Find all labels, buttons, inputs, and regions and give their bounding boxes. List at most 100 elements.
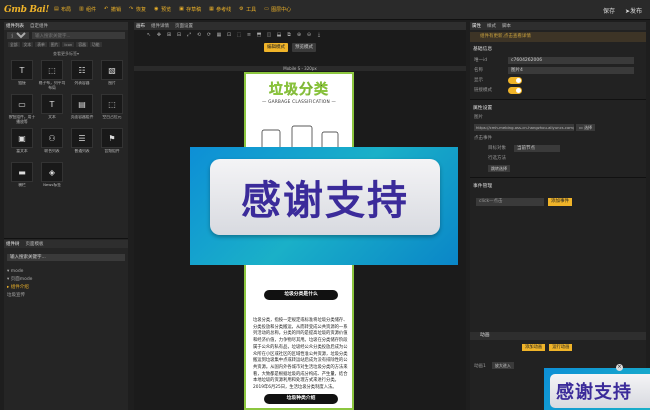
component-grid-layout[interactable]: ⬚ 格子布，列平均布局	[39, 60, 65, 90]
link-mode-toggle[interactable]	[508, 86, 522, 94]
menu-layout[interactable]: ▤ 布局	[54, 6, 71, 14]
name-field[interactable]: 图片4	[508, 66, 634, 74]
menu-preview[interactable]: ◉ 预览	[154, 6, 171, 14]
poster-title[interactable]: 垃圾分类	[251, 79, 347, 99]
component-plain-list[interactable]: ☰ 普通列表	[69, 128, 95, 158]
publish-button[interactable]: ➤发布	[625, 6, 642, 15]
tab-component-tree[interactable]: 组件树	[6, 241, 20, 247]
filter-chip[interactable]: 容器	[76, 42, 88, 47]
menu-undo[interactable]: ↶ 撤销	[104, 6, 121, 14]
preview-mode-button[interactable]: 预览模式	[292, 43, 316, 52]
poster-body-text[interactable]: 垃圾分类，指按一定规定或标准将垃圾分类储存、分类投放和分类搬运，从而转变成公共资…	[253, 318, 349, 392]
tab-scripts[interactable]: 脚本	[502, 23, 511, 29]
minus-icon[interactable]: ⊖	[306, 32, 312, 38]
align-top-icon[interactable]: ⬒	[256, 32, 262, 38]
align-bottom-icon[interactable]: ⬓	[276, 32, 282, 38]
update-notice[interactable]: 组件有更新,点击查看详情	[470, 32, 646, 42]
filter-chip[interactable]: 表单	[35, 42, 47, 47]
component-tree: ▾ mode ▾ 页面mode ▸ 组件介绍 垃圾宣传	[7, 268, 125, 300]
tab-properties[interactable]: 属性	[472, 23, 481, 29]
filter-chip[interactable]: Icon	[62, 42, 75, 47]
menu-components[interactable]: ▥ 组件	[79, 6, 96, 14]
component-news-tag[interactable]: ◈ News标签	[39, 162, 65, 192]
tree-node[interactable]: ▾ 页面mode	[7, 276, 125, 284]
component-search-input[interactable]	[32, 32, 125, 39]
fit-icon[interactable]: ⤢	[186, 32, 192, 38]
filter-chip[interactable]: 全部	[8, 42, 20, 47]
event-type-select[interactable]: click—点击	[476, 198, 544, 206]
component-bar[interactable]: ▬ 横栏	[9, 162, 35, 192]
align-center-icon[interactable]: ◫	[266, 32, 272, 38]
event-row: click—点击 添加事件	[470, 196, 646, 208]
target-select[interactable]: 当前节点	[514, 144, 560, 152]
jump-select-chip[interactable]: 跳转选择	[488, 164, 510, 172]
layers-icon: ▭	[264, 6, 269, 12]
component-button[interactable]: ▭ 按钮组件，用于播放等	[9, 94, 35, 124]
move-tool-icon[interactable]: ✥	[156, 32, 162, 38]
tab-component-list[interactable]: 组件列表	[6, 23, 24, 29]
rotate-left-icon[interactable]: ⟲	[196, 32, 202, 38]
tree-search-input[interactable]: 输入搜索关键字...	[7, 254, 125, 261]
component-page-container[interactable]: ▤ 页面容器组件	[69, 94, 95, 124]
component-link[interactable]: T 链接	[9, 60, 35, 90]
visible-toggle[interactable]	[508, 76, 522, 84]
plus-icon[interactable]: ⊕	[296, 32, 302, 38]
add-event-button[interactable]: 添加事件	[548, 198, 572, 206]
draft-icon: ▣	[179, 6, 184, 12]
tree-node[interactable]: ▾ mode	[7, 268, 125, 276]
tab-page-templates[interactable]: 页面模板	[26, 241, 44, 247]
frame-icon[interactable]: ⊡	[226, 32, 232, 38]
tab-component-detail[interactable]: 组件详情	[151, 23, 169, 29]
align-icon[interactable]: ≡	[246, 32, 252, 38]
run-animation-button[interactable]: 运行动画	[549, 344, 573, 351]
image-url-row: https://cmh-mebing.oss-cn-hangzhou.aliyu…	[470, 122, 646, 132]
tab-styles[interactable]: 样式	[487, 23, 496, 29]
grid-icon[interactable]: ▦	[216, 32, 222, 38]
menu-redo[interactable]: ↷ 恢复	[129, 6, 146, 14]
component-text[interactable]: T 文本	[39, 94, 65, 124]
panel-divider[interactable]	[4, 238, 128, 239]
filter-chip[interactable]: 图片	[48, 42, 61, 47]
zoom-in-icon[interactable]: ⊞	[166, 32, 172, 38]
save-button[interactable]: 保存	[603, 6, 615, 15]
component-joint-list[interactable]: ⚇ 联合列表	[39, 128, 65, 158]
box-icon[interactable]: ⬚	[236, 32, 242, 38]
component-label: 普通列表	[74, 149, 90, 153]
tag-icon: ◈	[41, 162, 63, 182]
rotate-right-icon[interactable]: ⟳	[206, 32, 212, 38]
zoom-out-icon[interactable]: ⊟	[176, 32, 182, 38]
name-label: 名称	[474, 68, 483, 73]
copy-icon[interactable]: ⧉	[286, 32, 292, 38]
component-audio[interactable]: ⚑ 音频组件	[99, 128, 125, 158]
download-icon[interactable]: ⤓	[316, 32, 322, 38]
section-heading-types[interactable]: 垃圾种类介绍	[264, 394, 338, 404]
section-heading-what[interactable]: 垃圾分类是什么	[264, 290, 338, 300]
filter-chip[interactable]: 功能	[89, 42, 102, 47]
menu-guides[interactable]: ▦ 参考线	[209, 6, 231, 14]
component-spacer[interactable]: ⬚ 空白占位元	[99, 94, 125, 124]
name-row: 名称 图片4	[470, 65, 646, 75]
component-image[interactable]: ▧ 图片	[99, 60, 125, 90]
menu-save-draft[interactable]: ▣ 存草稿	[179, 6, 201, 14]
select-tool-icon[interactable]: ↖	[146, 32, 152, 38]
tab-custom-components[interactable]: 自定组件	[30, 23, 48, 29]
choose-image-button[interactable]: ▭ 选择	[576, 123, 596, 131]
id-field[interactable]: c7604262006	[508, 56, 634, 64]
menu-layer-center[interactable]: ▭ 图层中心	[264, 6, 291, 14]
app-logo[interactable]: Gmb Bai!	[4, 5, 50, 15]
filter-chip[interactable]: 文本	[21, 42, 34, 47]
close-icon[interactable]: ×	[616, 364, 623, 371]
menu-tools[interactable]: ⚙ 工具	[239, 6, 256, 14]
tab-canvas[interactable]: 画布	[136, 23, 145, 29]
animation-type-chip[interactable]: 放大进入	[491, 362, 514, 369]
image-url-field[interactable]: https://cmh-mebing.oss-cn-hangzhou.aliyu…	[474, 123, 574, 131]
target-label: 目标对象	[488, 146, 506, 151]
category-select[interactable]: 全部	[7, 32, 29, 39]
edit-mode-button[interactable]: 编辑模式	[264, 43, 288, 52]
component-rich-text[interactable]: ▣ 富文本	[9, 128, 35, 158]
tree-node-selected[interactable]: ▸ 组件介绍	[7, 284, 125, 292]
component-list-container[interactable]: ☷ 列表容器	[69, 60, 95, 90]
tree-node[interactable]: 垃圾宣传	[7, 292, 125, 300]
tab-page-settings[interactable]: 页面设置	[175, 23, 193, 29]
add-animation-button[interactable]: 添加动画	[522, 344, 546, 351]
